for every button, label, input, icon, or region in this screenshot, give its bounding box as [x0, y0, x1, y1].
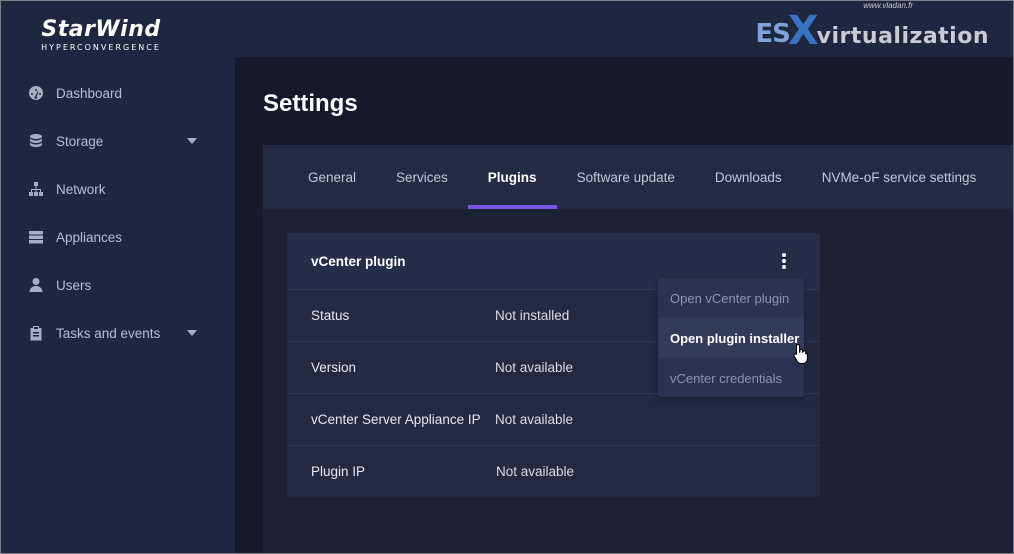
sidebar-item-label: Network [56, 181, 106, 197]
database-icon [27, 132, 45, 150]
sidebar: StarWind HYPERCONVERGENCE Dashboard Stor… [1, 1, 235, 553]
sidebar-nav: Dashboard Storage Network Appliances Use… [1, 69, 235, 357]
logo-wordmark: StarWind [41, 17, 161, 42]
watermark-es: ES [755, 19, 790, 49]
main-content: Settings General Services Plugins Softwa… [235, 57, 1013, 553]
server-icon [27, 228, 45, 246]
tab-general[interactable]: General [288, 145, 376, 209]
more-options-icon[interactable] [780, 251, 788, 271]
tab-downloads[interactable]: Downloads [695, 145, 802, 209]
row-label: Plugin IP [311, 464, 366, 479]
sidebar-item-dashboard[interactable]: Dashboard [1, 69, 235, 117]
panel-title: vCenter plugin [311, 253, 406, 269]
menu-item-open-plugin-installer[interactable]: Open plugin installer [658, 318, 804, 358]
row-value: Not available [495, 360, 574, 375]
plugin-actions-menu: Open vCenter plugin Open plugin installe… [658, 278, 804, 397]
tab-software-update[interactable]: Software update [557, 145, 695, 209]
chevron-down-icon[interactable] [187, 138, 197, 144]
dashboard-icon [27, 84, 45, 102]
sidebar-item-label: Dashboard [56, 85, 123, 101]
top-bar: www.vladan.fr ES X virtualization [235, 1, 1013, 57]
tab-nvme-of-service-settings[interactable]: NVMe-oF service settings [802, 145, 997, 209]
tab-plugins[interactable]: Plugins [467, 145, 557, 209]
esx-virtualization-watermark: ES X virtualization [755, 5, 989, 54]
table-row: vCenter Server Appliance IP Not availabl… [287, 393, 820, 445]
watermark-x: X [787, 8, 819, 54]
row-value: Not available [495, 412, 574, 427]
sidebar-item-label: Tasks and events [56, 325, 161, 341]
sidebar-item-appliances[interactable]: Appliances [1, 213, 235, 261]
table-row: Plugin IP Not available [287, 445, 820, 497]
row-label: Version [311, 360, 357, 375]
sidebar-item-network[interactable]: Network [1, 165, 235, 213]
settings-tabs: General Services Plugins Software update… [263, 145, 1013, 209]
page-title: Settings [263, 90, 358, 117]
settings-card: General Services Plugins Software update… [263, 145, 1013, 553]
user-icon [27, 276, 45, 294]
menu-item-vcenter-credentials[interactable]: vCenter credentials [658, 358, 804, 398]
chevron-down-icon[interactable] [187, 330, 197, 336]
sidebar-item-users[interactable]: Users [1, 261, 235, 309]
clipboard-icon [27, 324, 45, 342]
hand-pointer-icon [793, 343, 809, 370]
row-label: vCenter Server Appliance IP [311, 412, 481, 427]
menu-item-open-vcenter-plugin[interactable]: Open vCenter plugin [658, 278, 804, 318]
sidebar-item-label: Storage [56, 133, 104, 149]
watermark-text: virtualization [816, 24, 989, 49]
network-icon [27, 180, 45, 198]
tab-services[interactable]: Services [376, 145, 468, 209]
sidebar-item-storage[interactable]: Storage [1, 117, 235, 165]
row-value: Not available [496, 464, 575, 479]
sidebar-item-label: Users [56, 277, 92, 293]
row-value: Not installed [495, 308, 570, 323]
sidebar-item-label: Appliances [56, 229, 123, 245]
row-label: Status [311, 308, 350, 323]
logo-tagline: HYPERCONVERGENCE [41, 43, 161, 52]
sidebar-item-tasks-and-events[interactable]: Tasks and events [1, 309, 235, 357]
starwind-logo[interactable]: StarWind HYPERCONVERGENCE [1, 17, 201, 52]
